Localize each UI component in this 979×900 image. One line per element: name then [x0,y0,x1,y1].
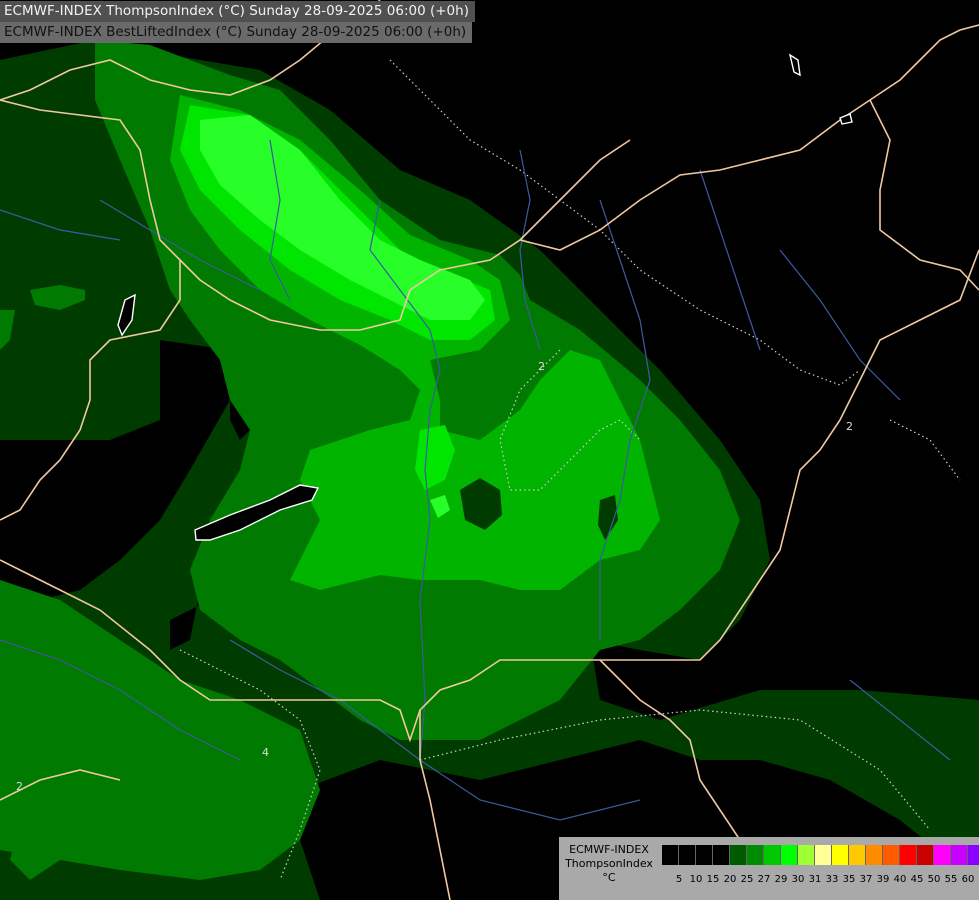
legend-tick-label: 39 [876,874,890,885]
legend-color-bar [662,845,979,865]
legend-tick-label: 15 [706,874,720,885]
legend-swatch [679,845,696,865]
legend-parameter: ThompsonIndex [565,857,653,870]
legend-tick-label: 37 [859,874,873,885]
map-stage: 2 2 4 2 ECMWF-INDEX ThompsonIndex (°C) S… [0,0,979,900]
legend-swatch [866,845,883,865]
legend-tick-label: 30 [791,874,805,885]
legend-ticks: 5 10 15 20 25 27 29 30 31 33 35 37 39 40 45 50 55 60 [662,874,979,890]
legend-tick-label: 31 [808,874,822,885]
legend-swatch [849,845,866,865]
legend-tick-label: 27 [757,874,771,885]
legend-tick-label: 33 [825,874,839,885]
legend-swatch [917,845,934,865]
map-title-bestlifted: ECMWF-INDEX BestLiftedIndex (°C) Sunday … [0,22,473,43]
legend-tick-label: 20 [723,874,737,885]
legend-swatch [696,845,713,865]
legend-unit: °C [602,871,616,884]
legend-swatch [934,845,951,865]
legend-tick-label: 55 [944,874,958,885]
legend-tick-label: 50 [927,874,941,885]
legend-title: ECMWF-INDEX ThompsonIndex °C [559,843,659,885]
legend-tick-label: 5 [675,874,683,885]
legend-swatch [883,845,900,865]
legend-tick-label: 10 [689,874,703,885]
legend-tick-label: 35 [842,874,856,885]
legend-swatch [968,845,979,865]
legend-tick-label: 25 [740,874,754,885]
legend-swatch [764,845,781,865]
legend-swatch [832,845,849,865]
legend-swatch [798,845,815,865]
contour-label: 2 [846,420,853,433]
contour-label: 2 [538,360,545,373]
contour-label: 4 [262,746,269,759]
legend-tick-label: 45 [910,874,924,885]
legend-tick-label: 60 [961,874,975,885]
legend-tick-label: 40 [893,874,907,885]
legend-swatch [730,845,747,865]
legend-swatch [713,845,730,865]
contour-label: 2 [16,780,23,793]
legend-swatch [781,845,798,865]
map-title-thompson: ECMWF-INDEX ThompsonIndex (°C) Sunday 28… [0,1,475,22]
legend-swatch [662,845,679,865]
color-legend: ECMWF-INDEX ThompsonIndex °C 5 10 15 20 25 27… [559,837,979,900]
weather-map[interactable]: 2 2 4 2 [0,0,979,900]
legend-swatch [815,845,832,865]
legend-swatch [747,845,764,865]
legend-swatch [951,845,968,865]
legend-swatch [900,845,917,865]
legend-model: ECMWF-INDEX [569,843,649,856]
legend-tick-label: 29 [774,874,788,885]
